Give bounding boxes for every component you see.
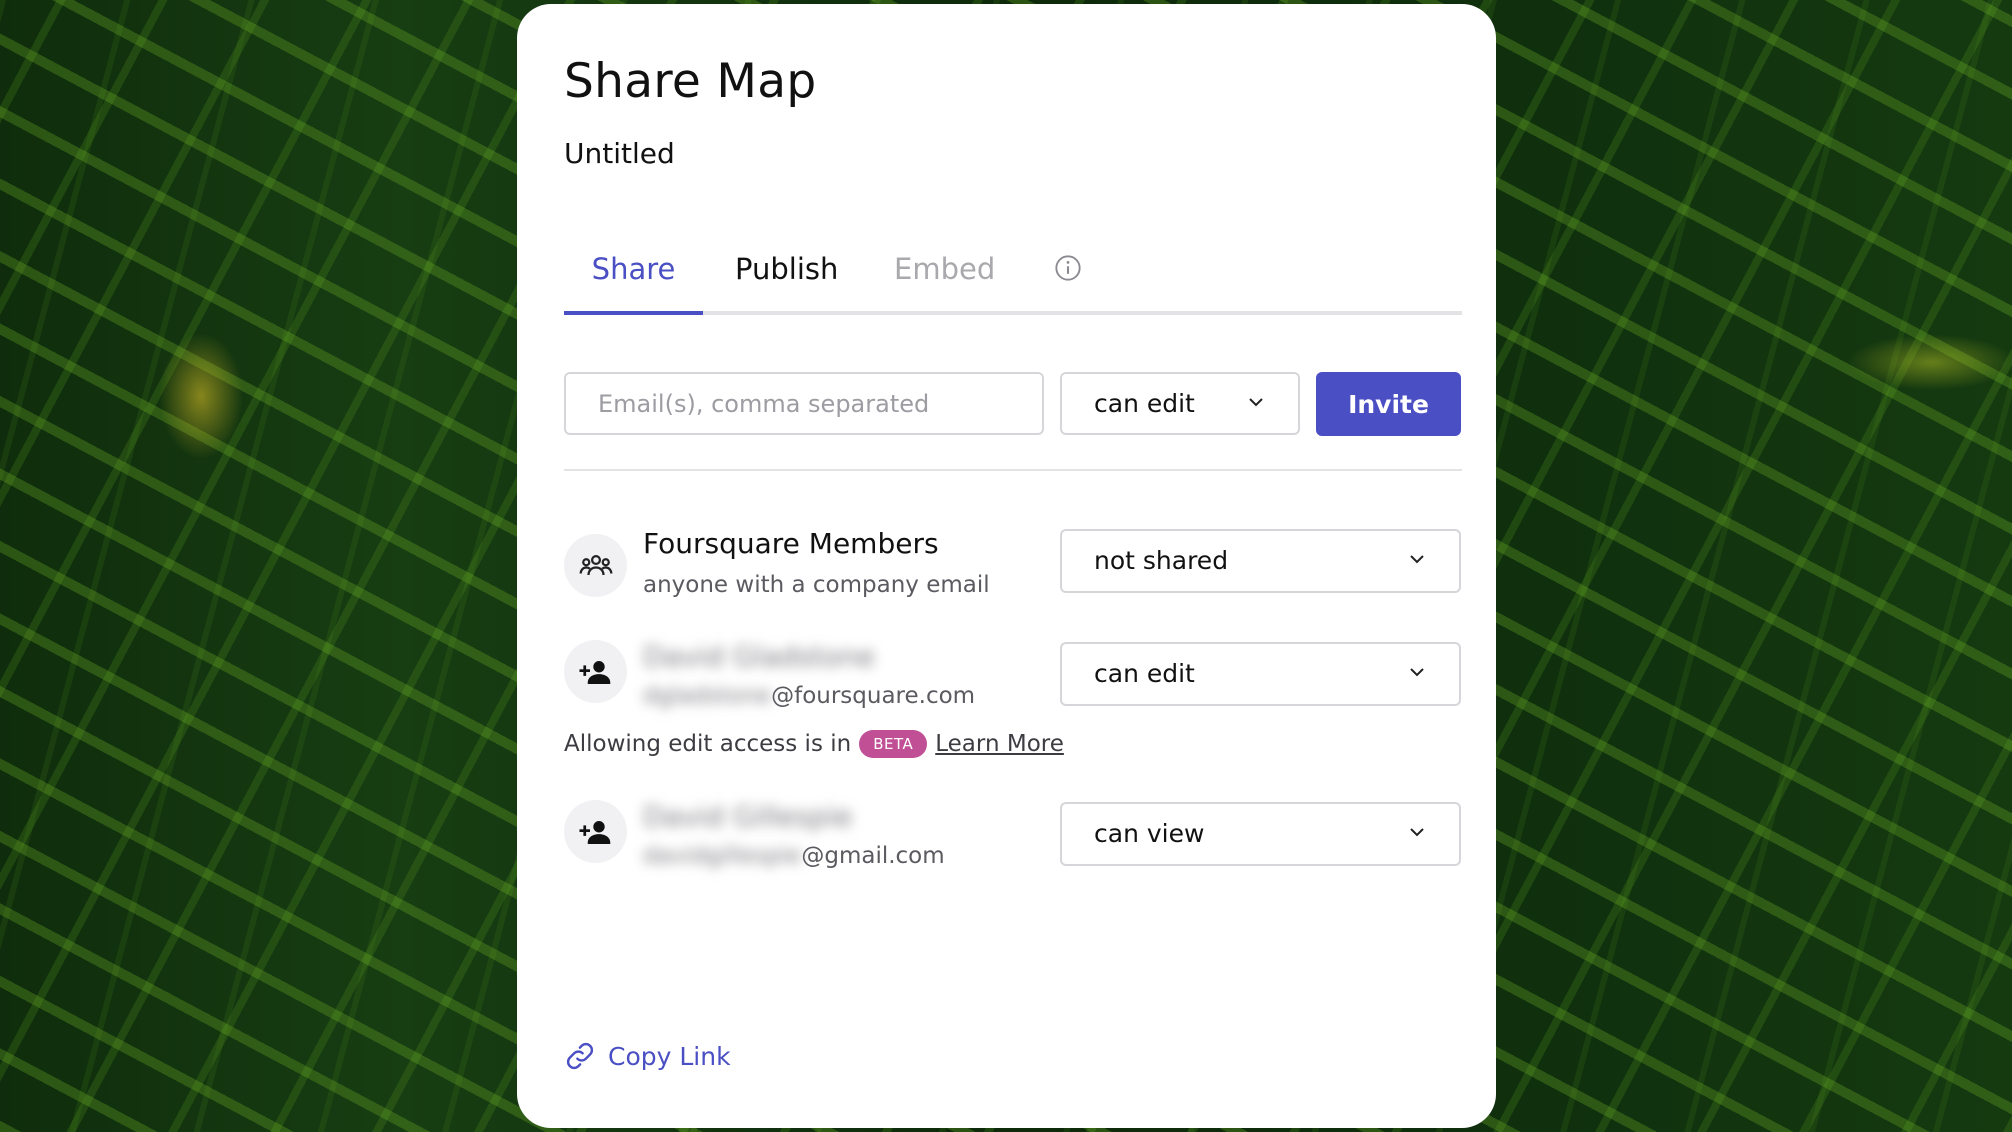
- tab-publish[interactable]: Publish: [735, 244, 838, 311]
- email-input[interactable]: [564, 372, 1044, 435]
- person-add-icon: [579, 660, 610, 684]
- member-detail: anyone with a company email: [643, 572, 990, 598]
- email-user: davidgillespie: [643, 843, 802, 869]
- member-permission-select[interactable]: not shared: [1060, 529, 1461, 593]
- chevron-down-icon: [1249, 398, 1263, 407]
- group-avatar: [564, 534, 627, 597]
- invite-button[interactable]: Invite: [1316, 372, 1461, 436]
- email-domain: @gmail.com: [801, 843, 945, 869]
- dialog-title: Share Map: [564, 54, 817, 109]
- member-permission-value: can view: [1094, 819, 1205, 848]
- user-avatar: [564, 640, 627, 703]
- member-name: David Gillespie: [643, 800, 853, 833]
- member-permission-select[interactable]: can view: [1060, 802, 1461, 866]
- tab-share[interactable]: Share: [564, 244, 703, 315]
- link-icon: [566, 1042, 594, 1070]
- user-avatar: [564, 800, 627, 863]
- member-name: David Gladstone: [643, 640, 875, 673]
- beta-notice-text: Allowing edit access is in: [564, 731, 852, 757]
- beta-notice: Allowing edit access is in BETA Learn Mo…: [564, 730, 1064, 758]
- copy-link-label: Copy Link: [608, 1041, 731, 1071]
- info-icon[interactable]: [1054, 254, 1082, 282]
- member-email: davidgillespie@gmail.com: [643, 843, 945, 869]
- group-icon: [579, 554, 612, 575]
- tab-embed[interactable]: Embed: [894, 244, 995, 311]
- tab-bar: Share Publish Embed: [564, 244, 1462, 315]
- chevron-down-icon: [1410, 828, 1424, 837]
- email-domain: @foursquare.com: [771, 683, 976, 709]
- member-permission-select[interactable]: can edit: [1060, 642, 1461, 706]
- divider: [564, 469, 1462, 471]
- map-name: Untitled: [564, 137, 675, 170]
- member-permission-value: not shared: [1094, 546, 1229, 575]
- member-permission-value: can edit: [1094, 659, 1195, 688]
- member-email: dgladstone@foursquare.com: [643, 683, 975, 709]
- chevron-down-icon: [1410, 555, 1424, 564]
- chevron-down-icon: [1410, 668, 1424, 677]
- email-user: dgladstone: [643, 683, 772, 709]
- invite-permission-value: can edit: [1094, 389, 1195, 418]
- invite-permission-select[interactable]: can edit: [1060, 372, 1300, 435]
- share-map-dialog: Share Map Untitled Share Publish Embed c…: [517, 4, 1496, 1128]
- learn-more-link[interactable]: Learn More: [935, 731, 1064, 757]
- copy-link-button[interactable]: Copy Link: [564, 1040, 731, 1072]
- person-add-icon: [579, 820, 610, 844]
- member-name: Foursquare Members: [643, 527, 939, 560]
- beta-badge: BETA: [859, 730, 928, 758]
